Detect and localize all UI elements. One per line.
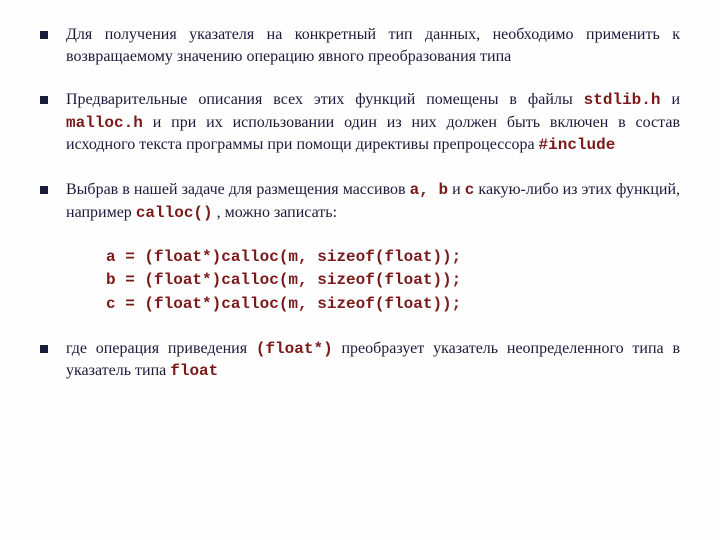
text-span: и xyxy=(448,181,465,198)
code-inline-c: c xyxy=(465,181,475,199)
text-span: Предварительные описания всех этих функц… xyxy=(66,91,584,108)
code-inline-include: #include xyxy=(539,136,616,154)
code-inline-malloc: malloc.h xyxy=(66,114,143,132)
code-block: a = (float*)calloc(m, sizeof(float)); b … xyxy=(106,246,680,316)
bullet-marker-icon xyxy=(40,31,48,39)
bullet-marker-icon xyxy=(40,96,48,104)
bullet-4-text: где операция приведения (float*) преобра… xyxy=(66,338,680,383)
bullet-3: Выбрав в нашей задаче для размещения мас… xyxy=(40,179,680,224)
text-span: и xyxy=(660,91,680,108)
bullet-1: Для получения указателя на конкретный ти… xyxy=(40,24,680,67)
bullet-3-text: Выбрав в нашей задаче для размещения мас… xyxy=(66,179,680,224)
code-inline-floatcast: (float*) xyxy=(256,340,333,358)
text-span: где операция приведения xyxy=(66,340,256,357)
bullet-2: Предварительные описания всех этих функц… xyxy=(40,89,680,157)
slide: Для получения указателя на конкретный ти… xyxy=(0,0,720,429)
bullet-marker-icon xyxy=(40,345,48,353)
bullet-2-text: Предварительные описания всех этих функц… xyxy=(66,89,680,157)
code-inline-calloc: calloc() xyxy=(136,204,213,222)
code-inline-stdlib: stdlib.h xyxy=(584,91,661,109)
text-span: Выбрав в нашей задаче для размещения мас… xyxy=(66,181,410,198)
bullet-4: где операция приведения (float*) преобра… xyxy=(40,338,680,383)
code-inline-float: float xyxy=(170,362,218,380)
text-span: , можно записать: xyxy=(213,204,337,221)
code-inline-ab: a, b xyxy=(410,181,448,199)
bullet-marker-icon xyxy=(40,186,48,194)
bullet-1-text: Для получения указателя на конкретный ти… xyxy=(66,24,680,67)
